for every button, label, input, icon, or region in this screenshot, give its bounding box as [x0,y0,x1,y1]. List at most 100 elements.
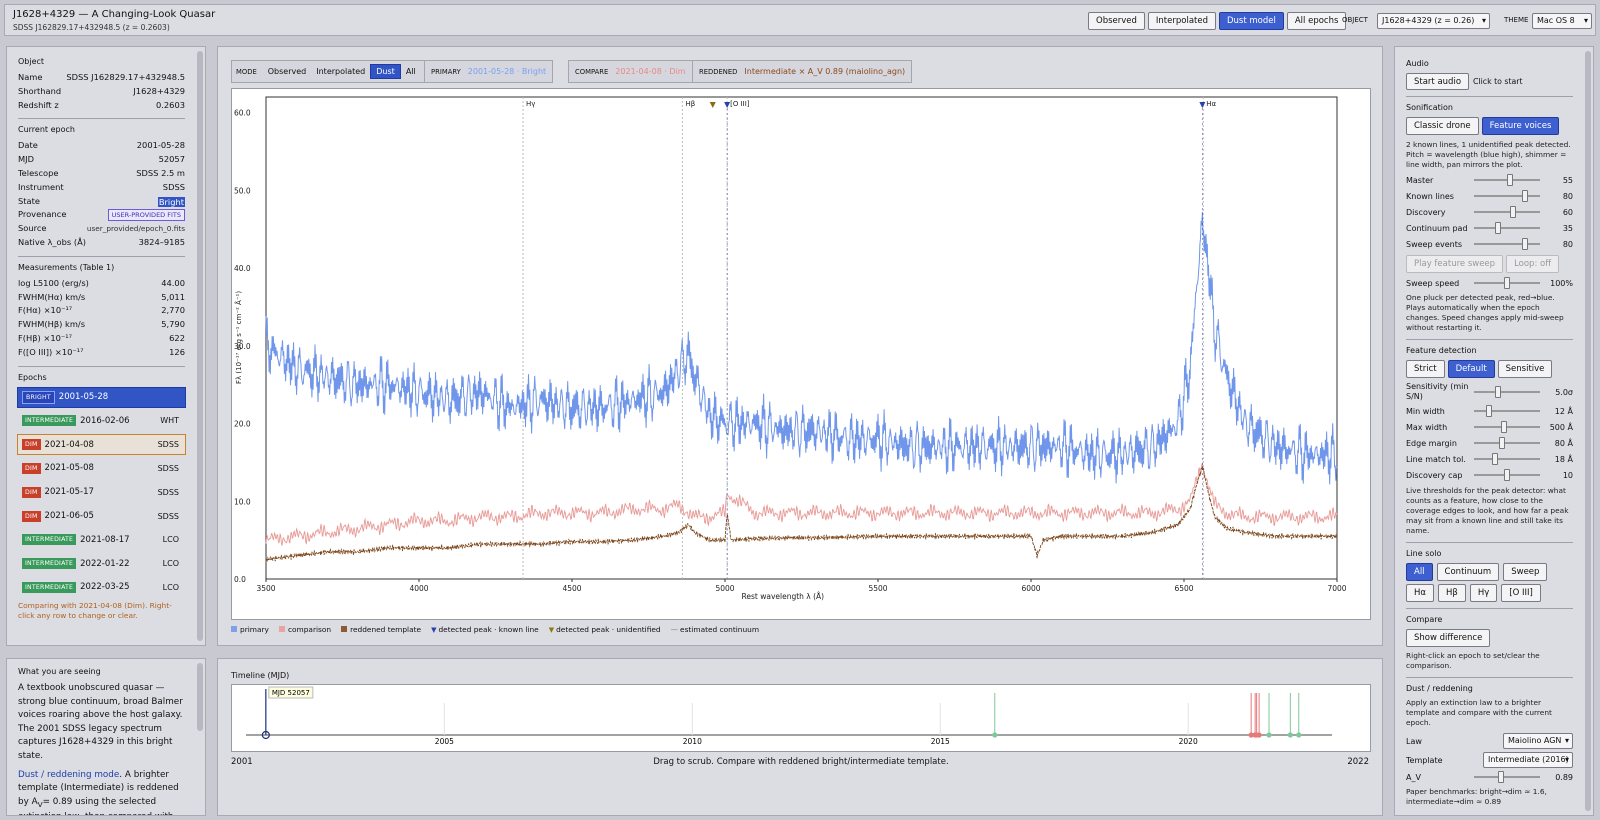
mode-dust[interactable]: Dust [370,64,401,79]
epoch-row[interactable]: INTERMEDIATE 2022-01-22 LCO [17,553,186,574]
av-slider[interactable]: A_V 0.89 [1406,769,1573,785]
epoch-row[interactable]: DIM 2021-05-17 SDSS [17,482,186,503]
solo-button[interactable]: Hα [1406,584,1434,602]
slider-knob[interactable] [1501,421,1507,433]
epoch-row[interactable]: INTERMEDIATE 2016-02-06 WHT [17,410,186,431]
epoch-value: 2001-05-28 [136,140,185,151]
slider-row[interactable]: Min width 12 Å [1406,403,1573,419]
dust-desc: Apply an extinction law to a brighter te… [1406,698,1552,727]
slider-knob[interactable] [1522,190,1528,202]
slider-knob[interactable] [1522,238,1528,250]
slider-knob[interactable] [1498,771,1504,783]
spectrum-chart[interactable]: 0.0 10.0 20.0 30.0 40.0 50.0 60.0 3500 4000 4500 5… [231,88,1371,620]
slider-track[interactable] [1474,206,1540,218]
epoch-dot[interactable] [1287,732,1293,738]
loop-button[interactable]: Loop: off [1506,255,1560,273]
law-select[interactable]: Maiolino AGN ▾ [1503,733,1573,749]
show-difference-button[interactable]: Show difference [1406,629,1491,647]
solo-button[interactable]: All [1406,563,1433,581]
info-scrollbar[interactable] [197,51,203,641]
dust-model-button[interactable]: Dust model [1218,12,1284,30]
epoch-row[interactable]: INTERMEDIATE 2022-03-25 LCO [17,577,186,598]
slider-track[interactable] [1474,238,1540,250]
default-button[interactable]: Default [1447,360,1495,378]
x-tick-label: 4000 [409,584,428,593]
slider-row[interactable]: Max width 500 Å [1406,419,1573,435]
slider-track[interactable] [1474,469,1540,481]
epoch-dot[interactable] [1296,732,1302,738]
slider-track[interactable] [1474,190,1540,202]
slider-track[interactable] [1474,421,1540,433]
mode-all[interactable]: All [401,65,421,78]
epoch-row[interactable]: DIM 2021-06-05 SDSS [17,506,186,527]
legend-label: primary [240,625,269,634]
slider-knob[interactable] [1486,405,1492,417]
measurement-key: F(Hα) ×10⁻¹⁷ [18,305,73,316]
info-panel: Object Name SDSS J162829.17+432948.5 Short… [6,46,206,646]
solo-button[interactable]: Sweep [1503,563,1548,581]
mode-observed[interactable]: Observed [263,65,312,78]
observed-button[interactable]: Observed [1088,12,1145,30]
slider-row[interactable]: Sensitivity (min S/N) 5.0σ [1406,381,1573,403]
slider-knob[interactable] [1507,174,1513,186]
interpolated-button[interactable]: Interpolated [1147,12,1216,30]
play-sweep-button[interactable]: Play feature sweep [1406,255,1504,273]
slider-knob[interactable] [1495,386,1501,398]
epoch-dot[interactable] [992,732,998,738]
epoch-dot[interactable] [1256,732,1262,738]
timeline-track[interactable]: 2005 2010 2015 2020 MJD 52057 [231,684,1371,752]
object-select[interactable]: J1628+4329 (z = 0.26) ▾ [1377,13,1490,29]
epoch-row[interactable]: DIM 2021-05-08 SDSS [17,458,186,479]
start-audio-button[interactable]: Start audio [1406,73,1470,90]
feature-voices-button[interactable]: Feature voices [1481,117,1560,135]
dust-mode-link[interactable]: Dust / reddening mode [18,770,119,780]
epoch-dot[interactable] [1266,732,1272,738]
sweep-speed-slider[interactable]: Sweep speed 100% [1406,275,1573,291]
slider-track[interactable] [1474,453,1540,465]
classic-drone-button[interactable]: Classic drone [1406,117,1479,135]
solo-button[interactable]: Continuum [1436,563,1500,581]
legend-label: estimated continuum [680,625,760,634]
explanation-scrollbar[interactable] [197,663,203,731]
solo-button[interactable]: [O III] [1501,584,1541,602]
object-label: OBJECT [1342,16,1368,24]
slider-row[interactable]: Sweep events 80 [1406,236,1573,252]
template-select[interactable]: Intermediate (2016) ▾ [1483,752,1573,768]
slider-row[interactable]: Discovery cap 10 [1406,467,1573,483]
epoch-row[interactable]: INTERMEDIATE 2021-08-17 LCO [17,529,186,550]
slider-row[interactable]: Continuum pad 35 [1406,220,1573,236]
object-value: SDSS J162829.17+432948.5 [66,72,185,82]
slider-knob[interactable] [1504,277,1510,289]
measurement-key: F(Hβ) ×10⁻¹⁷ [18,332,72,343]
slider-knob[interactable] [1510,206,1516,218]
slider-row[interactable]: Edge margin 80 Å [1406,435,1573,451]
slider-track[interactable] [1474,405,1540,417]
epoch-state-tag: INTERMEDIATE [22,415,77,427]
slider-track[interactable] [1474,386,1540,398]
solo-button[interactable]: Hγ [1469,584,1498,602]
slider-knob[interactable] [1492,453,1498,465]
slider-row[interactable]: Master 55 [1406,172,1573,188]
audio-heading: Audio [1406,59,1429,68]
epoch-row[interactable]: BRIGHT 2001-05-28 [17,386,186,408]
slider-row[interactable]: Discovery 60 [1406,204,1573,220]
slider-row[interactable]: Known lines 80 [1406,188,1573,204]
slider-row[interactable]: Line match tol. 18 Å [1406,451,1573,467]
sensitive-button[interactable]: Sensitive [1497,360,1553,378]
slider-knob[interactable] [1499,437,1506,449]
slider-knob[interactable] [1495,222,1501,234]
slider-track[interactable] [1474,222,1540,234]
measurement-key: log L5100 (erg/s) [18,277,89,288]
spectrum-svg: 0.010.020.030.040.050.060.03500 4000 4500 5… [234,96,1347,601]
mode-interpolated[interactable]: Interpolated [311,65,370,78]
slider-track[interactable] [1474,437,1540,449]
epoch-value: 52057 [158,154,185,165]
theme-select[interactable]: Mac OS 8 ▾ [1532,13,1592,29]
strict-button[interactable]: Strict [1406,360,1445,378]
slider-knob[interactable] [1504,469,1510,481]
epoch-row[interactable]: DIM 2021-04-08 SDSS [17,434,186,456]
all-epochs-button[interactable]: All epochs [1286,12,1347,30]
slider-track[interactable] [1474,174,1540,186]
controls-scrollbar[interactable] [1585,51,1591,811]
solo-button[interactable]: Hβ [1438,584,1466,602]
